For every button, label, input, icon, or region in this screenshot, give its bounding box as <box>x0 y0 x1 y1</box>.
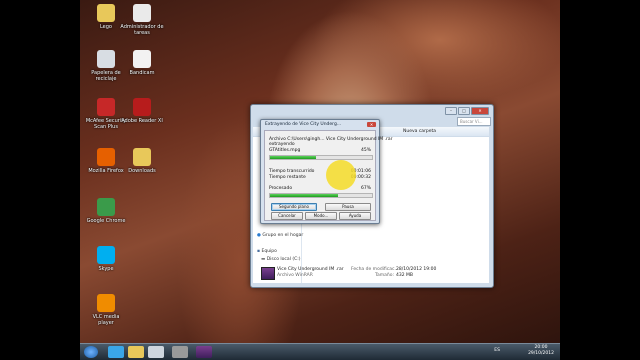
nav-computer[interactable]: ▪ Equipo <box>257 249 277 254</box>
cursor-highlight <box>326 160 356 190</box>
skype-icon <box>97 246 115 264</box>
home-group-icon: ● <box>257 233 261 238</box>
language-indicator[interactable]: ES <box>494 348 500 354</box>
firefox-icon <box>97 148 115 166</box>
pdf-icon <box>133 98 151 116</box>
desktop-icon-label: VLC media player <box>92 314 120 326</box>
desktop-icon-label: Administrador de tareas <box>120 24 164 36</box>
pause-button[interactable]: Pausa <box>325 203 371 211</box>
processed-progress-bar <box>269 193 373 198</box>
clock-date: 29/10/2012 <box>528 351 554 356</box>
extraction-dialog: Extrayendo de Vice City Underg... ✕ Arch… <box>260 119 393 224</box>
dialog-content: Archivo C:\Users\gingh... Vice City Unde… <box>264 130 393 221</box>
desktop-icon-label: Skype <box>98 266 114 272</box>
processed-label: Procesado <box>269 186 293 191</box>
desktop: Lego Administrador de tareas Papelera de r… <box>80 0 560 360</box>
start-button[interactable] <box>84 346 98 358</box>
shield-icon <box>97 98 115 116</box>
app-icon <box>133 50 151 68</box>
desktop-icon[interactable]: Adobe Reader XI <box>120 98 164 124</box>
disk-icon: ▬ <box>261 257 266 262</box>
taskbar-skype-icon[interactable] <box>108 346 124 358</box>
desktop-icon[interactable]: Administrador de tareas <box>120 4 164 36</box>
help-button[interactable]: Ayuda <box>339 212 371 220</box>
desktop-icon[interactable]: Bandicam <box>120 50 164 76</box>
chrome-icon <box>97 198 115 216</box>
elapsed-label: Tiempo transcurrido <box>269 169 315 174</box>
file-progress-bar <box>269 155 373 160</box>
taskbar-explorer-icon[interactable] <box>128 346 144 358</box>
desktop-icon-label: Google Chrome <box>86 218 126 224</box>
desktop-icon[interactable]: VLC media player <box>84 294 128 326</box>
taskbar-app-icon[interactable] <box>148 346 164 358</box>
minimize-button[interactable]: – <box>445 107 457 115</box>
winrar-icon <box>261 267 275 280</box>
taskbar-winrar-icon[interactable] <box>196 346 212 358</box>
vlc-icon <box>97 294 115 312</box>
computer-icon: ▪ <box>257 249 261 254</box>
nav-home-group[interactable]: ● Grupo en el hogar <box>257 233 303 238</box>
desktop-icon-label: Bandicam <box>129 70 155 76</box>
document-icon <box>133 4 151 22</box>
background-button[interactable]: Segundo plano <box>271 203 317 211</box>
mode-button[interactable]: Modo... <box>305 212 337 220</box>
letterbox-left <box>0 0 80 360</box>
file-percent: 45% <box>360 148 371 153</box>
dialog-title: Extrayendo de Vice City Underg... <box>265 122 342 127</box>
desktop-icon[interactable]: Google Chrome <box>84 198 128 224</box>
window-controls: – □ ✕ <box>445 107 489 115</box>
file-type: Archivo WinRAR <box>277 273 313 278</box>
file-size-value: 432 MB <box>396 273 413 278</box>
folder-icon <box>97 4 115 22</box>
cancel-button[interactable]: Cancelar <box>271 212 303 220</box>
dialog-close-button[interactable]: ✕ <box>367 122 376 127</box>
desktop-icon[interactable]: Downloads <box>120 148 164 174</box>
desktop-icon[interactable]: Skype <box>84 246 128 272</box>
recycle-bin-icon <box>97 50 115 68</box>
desktop-icon-label: Adobe Reader XI <box>121 118 163 124</box>
desktop-icon-label: Downloads <box>128 168 156 174</box>
folder-icon <box>133 148 151 166</box>
current-file: GTAtitles.mpg <box>269 148 301 153</box>
remaining-label: Tiempo restante <box>269 175 306 180</box>
taskbar: ES 20:00 29/10/2012 <box>80 343 560 360</box>
maximize-button[interactable]: □ <box>458 107 470 115</box>
taskbar-game-icon[interactable] <box>172 346 188 358</box>
clock[interactable]: 20:00 29/10/2012 <box>528 345 554 357</box>
close-button[interactable]: ✕ <box>471 107 489 115</box>
file-size-label: Tamaño: <box>375 273 395 278</box>
letterbox-right <box>560 0 640 360</box>
new-folder-button[interactable]: Nueva carpeta <box>403 127 436 136</box>
processed-percent: 67% <box>360 186 371 191</box>
nav-local-disk[interactable]: ▬ Disco local (C:) <box>261 257 301 262</box>
search-input[interactable]: Buscar Vi... <box>457 117 491 126</box>
status-text: extrayendo <box>269 142 295 147</box>
